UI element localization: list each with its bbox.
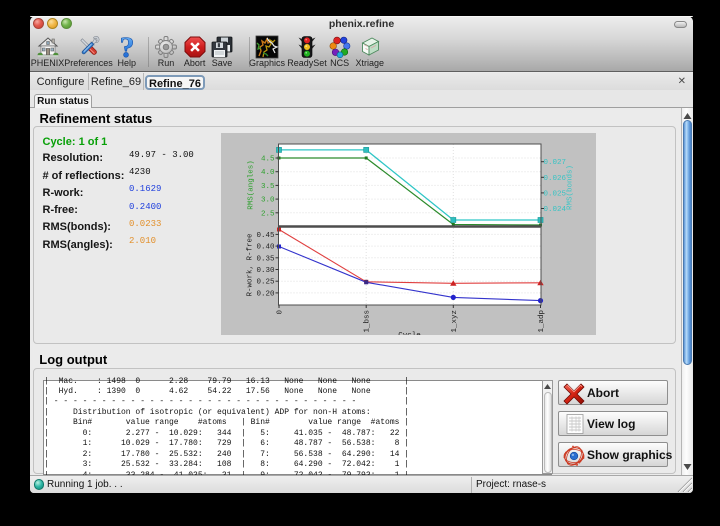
svg-text:0.027: 0.027 [544, 159, 567, 167]
svg-text:1_xyz: 1_xyz [451, 310, 459, 333]
svg-text:RMS(angles): RMS(angles) [248, 160, 256, 210]
svg-text:1_adp: 1_adp [538, 310, 546, 333]
svg-text:RMS(bonds): RMS(bonds) [567, 165, 575, 210]
svg-text:3.0: 3.0 [261, 197, 275, 205]
svg-text:0.30: 0.30 [256, 267, 275, 275]
svg-text:4.0: 4.0 [261, 169, 275, 177]
svg-text:0.40: 0.40 [256, 244, 275, 252]
svg-text:0.25: 0.25 [256, 279, 275, 287]
svg-text:0.45: 0.45 [256, 232, 275, 240]
svg-text:0.20: 0.20 [256, 290, 275, 298]
svg-text:0.026: 0.026 [544, 175, 567, 183]
svg-text:R-work, R-free: R-work, R-free [247, 233, 255, 296]
svg-text:2.5: 2.5 [261, 210, 275, 218]
svg-text:0.025: 0.025 [544, 190, 567, 198]
svg-text:?: ? [119, 35, 134, 59]
svg-text:0: 0 [277, 310, 285, 315]
svg-text:Cycle: Cycle [398, 332, 421, 335]
svg-text:0.024: 0.024 [544, 206, 567, 214]
svg-text:3.5: 3.5 [261, 183, 275, 191]
svg-text:1_bss: 1_bss [364, 310, 372, 333]
svg-text:0.35: 0.35 [256, 255, 275, 263]
svg-text:4.5: 4.5 [261, 156, 275, 164]
